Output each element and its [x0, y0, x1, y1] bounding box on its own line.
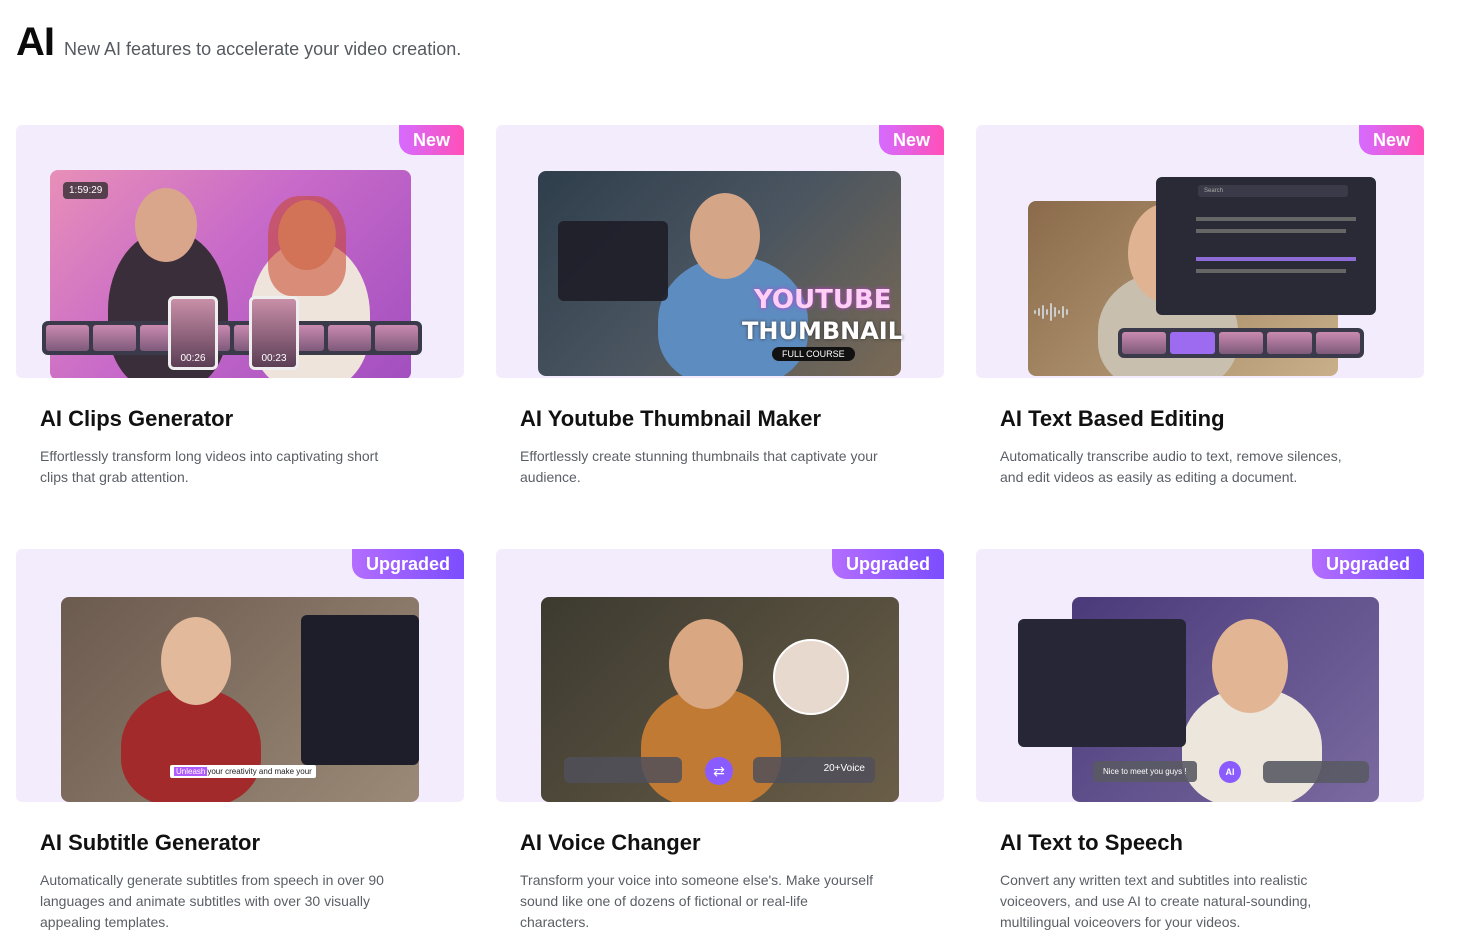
- short-clip-2: 00:23: [249, 296, 299, 370]
- ai-icon: AI: [1219, 761, 1241, 783]
- transcript-panel: Search: [1156, 177, 1376, 315]
- speech-bubble: Nice to meet you guys !: [1093, 761, 1197, 782]
- output-waveform: [1263, 761, 1369, 783]
- feature-card-thumbnail-maker[interactable]: New YOUTUBE THUMBNAIL FULL COURSE AI You…: [496, 125, 944, 488]
- section-subtitle: New AI features to accelerate your video…: [64, 39, 462, 59]
- feature-card-text-to-speech[interactable]: Upgraded Nice to meet you guys ! AI AI T…: [976, 549, 1424, 933]
- new-badge: New: [878, 125, 944, 155]
- upgraded-badge: Upgraded: [1311, 549, 1424, 579]
- card-description: Effortlessly transform long videos into …: [40, 448, 379, 485]
- new-badge: New: [1358, 125, 1424, 155]
- upgraded-badge: Upgraded: [351, 549, 464, 579]
- feature-card-text-based-editing[interactable]: New Search AI Text Based Editing Automat…: [976, 125, 1424, 488]
- subtitle-preview: Unleash your creativity and make your: [170, 765, 316, 778]
- text-to-speech-panel: [1018, 619, 1186, 747]
- thumbnail-text-thumbnail: THUMBNAIL: [742, 317, 904, 345]
- card-title[interactable]: AI Youtube Thumbnail Maker: [520, 406, 944, 432]
- card-thumbnail[interactable]: Upgraded ⇄ 20+Voice: [496, 549, 944, 802]
- card-description: Effortlessly create stunning thumbnails …: [520, 448, 878, 485]
- card-thumbnail[interactable]: New 1:59:29 00:26 00:23: [16, 125, 464, 378]
- clip-timeline: [42, 321, 422, 355]
- source-voice-wave: [564, 757, 682, 783]
- card-description: Automatically transcribe audio to text, …: [1000, 448, 1342, 485]
- short-clip-1: 00:26: [168, 296, 218, 370]
- video-timeline: [1118, 328, 1364, 358]
- feature-card-clips-generator[interactable]: New 1:59:29 00:26 00:23 AI Clips Generat…: [16, 125, 464, 488]
- card-title[interactable]: AI Voice Changer: [520, 830, 944, 856]
- audio-waveform: [1034, 303, 1068, 321]
- swap-icon[interactable]: ⇄: [705, 757, 733, 785]
- full-course-tag: FULL COURSE: [772, 347, 855, 361]
- card-thumbnail[interactable]: Upgraded Unleash your creativity and make…: [16, 549, 464, 802]
- video-preview: [538, 171, 901, 376]
- card-description: Transform your voice into someone else's…: [520, 872, 874, 930]
- feature-card-voice-changer[interactable]: Upgraded ⇄ 20+Voice AI Voice Changer Tra…: [496, 549, 944, 933]
- timecode-label: 1:59:29: [63, 182, 109, 199]
- card-title[interactable]: AI Subtitle Generator: [40, 830, 464, 856]
- card-title[interactable]: AI Text to Speech: [1000, 830, 1424, 856]
- section-title: AI: [16, 20, 55, 64]
- upgraded-badge: Upgraded: [831, 549, 944, 579]
- card-thumbnail[interactable]: New YOUTUBE THUMBNAIL FULL COURSE: [496, 125, 944, 378]
- feature-card-subtitle-generator[interactable]: Upgraded Unleash your creativity and make…: [16, 549, 464, 933]
- thumbnail-text-youtube: YOUTUBE: [754, 285, 892, 315]
- card-title[interactable]: AI Clips Generator: [40, 406, 464, 432]
- card-title[interactable]: AI Text Based Editing: [1000, 406, 1424, 432]
- card-thumbnail[interactable]: Upgraded Nice to meet you guys ! AI: [976, 549, 1424, 802]
- voice-options-bar[interactable]: 20+Voice: [753, 757, 875, 783]
- card-thumbnail[interactable]: New Search: [976, 125, 1424, 378]
- card-description: Automatically generate subtitles from sp…: [40, 872, 384, 930]
- section-header: AI New AI features to accelerate your vi…: [16, 20, 461, 65]
- card-description: Convert any written text and subtitles i…: [1000, 872, 1312, 930]
- new-badge: New: [398, 125, 464, 155]
